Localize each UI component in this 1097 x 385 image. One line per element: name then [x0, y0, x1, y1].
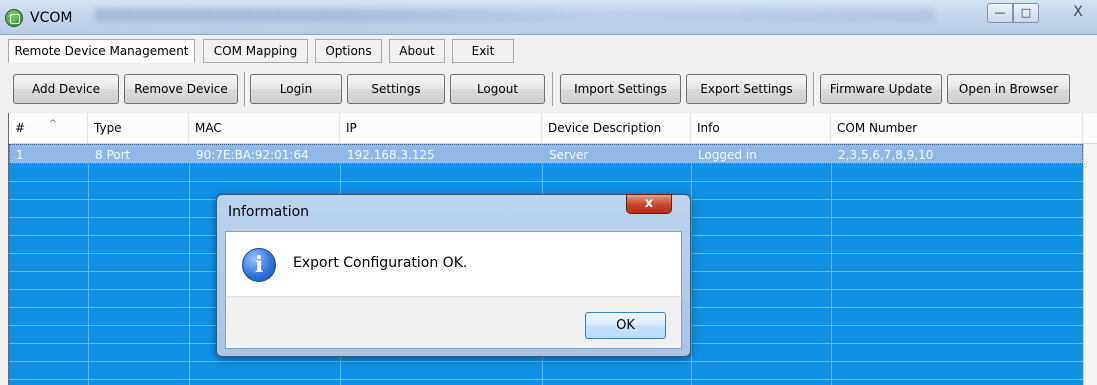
logout-button[interactable]: Logout	[450, 74, 545, 104]
toolbar-separator	[813, 72, 816, 106]
cell-type: 8 Port	[95, 148, 131, 162]
add-device-button[interactable]: Add Device	[13, 74, 119, 104]
title-bar-background	[95, 8, 935, 22]
info-icon: i	[242, 248, 276, 282]
firmware-update-button[interactable]: Firmware Update	[820, 74, 942, 104]
cell-number: 1	[16, 148, 24, 162]
tab-about[interactable]: About	[389, 39, 445, 63]
cell-info: Logged in	[698, 148, 757, 162]
dialog-footer: OK	[225, 296, 682, 349]
grid-line	[88, 164, 89, 385]
login-button[interactable]: Login	[250, 74, 342, 104]
import-settings-button[interactable]: Import Settings	[560, 74, 681, 104]
column-header-com-number[interactable]: COM Number	[831, 113, 1083, 143]
cell-mac: 90:7E:BA:92:01:64	[196, 148, 309, 162]
maximize-button[interactable]: □	[1013, 3, 1039, 23]
menu-bar: Remote Device Management COM Mapping Opt…	[0, 36, 1097, 64]
table-filler	[1083, 144, 1097, 385]
table-header: # ^ Type MAC IP Device Description Info …	[9, 113, 1097, 144]
window-close-button[interactable]: X	[1066, 3, 1090, 23]
column-header-ip[interactable]: IP	[340, 113, 542, 143]
cell-com-number: 2,3,5,6,7,8,9,10	[838, 148, 934, 162]
open-in-browser-button[interactable]: Open in Browser	[947, 74, 1070, 104]
title-bar: VCOM — □ X	[0, 0, 1097, 35]
settings-button[interactable]: Settings	[347, 74, 445, 104]
toolbar-separator	[552, 72, 555, 106]
column-header-mac[interactable]: MAC	[189, 113, 340, 143]
grid-line	[691, 164, 692, 385]
dialog-close-button[interactable]: x	[626, 194, 672, 214]
cell-ip: 192.168.3.125	[347, 148, 435, 162]
column-header-type[interactable]: Type	[88, 113, 189, 143]
cell-description: Server	[549, 148, 589, 162]
dialog-message: Export Configuration OK.	[293, 255, 468, 271]
tab-exit[interactable]: Exit	[452, 39, 514, 63]
sort-up-icon: ^	[49, 119, 57, 129]
minimize-button[interactable]: —	[987, 3, 1013, 23]
tab-remote-device-management[interactable]: Remote Device Management	[8, 39, 195, 63]
column-header-info[interactable]: Info	[691, 113, 831, 143]
column-header-label: #	[15, 121, 26, 135]
grid-line	[9, 379, 1083, 380]
grid-line	[831, 164, 832, 385]
grid-line	[189, 164, 190, 385]
table-row[interactable]: 1 8 Port 90:7E:BA:92:01:64 192.168.3.125…	[9, 144, 1083, 164]
export-settings-button[interactable]: Export Settings	[686, 74, 807, 104]
vcom-app-icon	[5, 9, 23, 27]
column-header-number[interactable]: # ^	[9, 113, 88, 143]
tab-options[interactable]: Options	[315, 39, 382, 63]
ok-button[interactable]: OK	[585, 312, 666, 339]
dialog-title: Information	[228, 204, 310, 220]
column-header-device-description[interactable]: Device Description	[542, 113, 691, 143]
grid-line	[9, 361, 1083, 362]
information-dialog: Information x i Export Configuration OK.…	[216, 194, 691, 357]
toolbar-separator	[244, 72, 247, 106]
window-title: VCOM	[30, 10, 73, 26]
remove-device-button[interactable]: Remove Device	[124, 74, 238, 104]
dialog-body: i Export Configuration OK.	[225, 231, 682, 296]
grid-line	[9, 181, 1083, 182]
tab-com-mapping[interactable]: COM Mapping	[203, 39, 308, 63]
